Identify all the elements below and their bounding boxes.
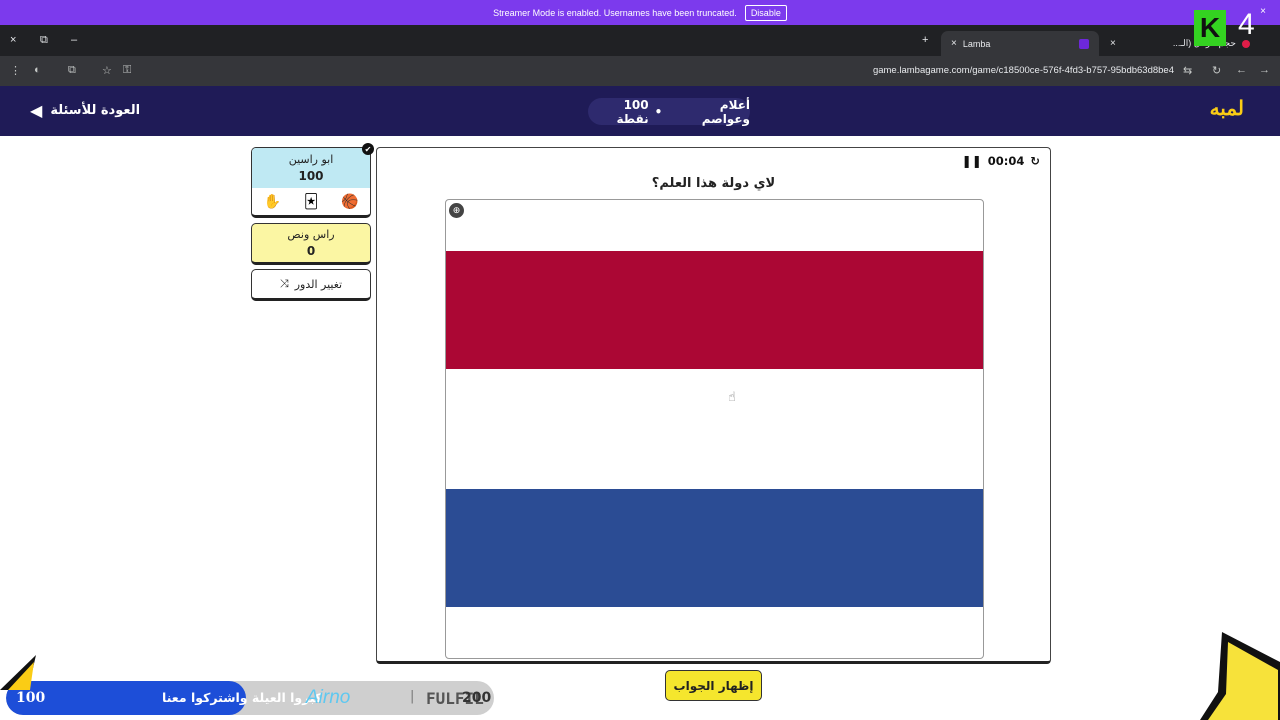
team-header: راس ونص 0 <box>252 228 370 258</box>
back-label: العودة للأسئلة <box>50 103 141 118</box>
browser-tab-strip: × ⧉ – + × Lamba × حجم الزعل (الـ... <box>0 25 1280 56</box>
disable-streamer-mode-button[interactable]: Disable <box>744 4 787 21</box>
extension-icon[interactable]: ◐ <box>34 64 41 76</box>
timer-value: 00:04 <box>987 154 1025 168</box>
hand-cursor-icon: ☝ <box>728 390 736 405</box>
ticker-number: 100 <box>16 690 46 706</box>
bullet: • <box>654 104 663 119</box>
stream-ticker: 100 كبروا العيلة واشتركوا معنا Airno | F… <box>6 681 494 715</box>
menu-dots-icon[interactable]: ⋮ <box>10 64 21 77</box>
browser-address-bar: ⋮ ◐ ⧉ ☆ ⚿ game.lambagame.com/game/c18500… <box>0 56 1280 86</box>
team-name: ابو راسين <box>288 153 334 166</box>
change-turn-button[interactable]: تغيير الدور ⤨ <box>251 269 371 301</box>
app-header: ◀ العودة للأسئلة أعلام وعواصم • 100 نقطة… <box>0 86 1280 136</box>
shuffle-icon: ⤨ <box>279 277 289 290</box>
bookmark-star-icon[interactable]: ☆ <box>102 64 112 77</box>
window-minimize-icon[interactable]: – <box>71 34 77 46</box>
channel-badge: K 4 <box>1190 6 1270 46</box>
corner-decoration-left <box>0 655 36 690</box>
channel-number: 4 <box>1238 8 1255 41</box>
team-score: 100 <box>298 169 324 183</box>
ball-icon[interactable]: 🏀 <box>341 194 358 210</box>
tab-close-icon[interactable]: × <box>951 38 957 49</box>
team-card-1[interactable]: ابو راسين 100 ✋ 🃏 🏀 <box>251 147 371 218</box>
reset-timer-icon[interactable]: ↻ <box>1030 154 1040 168</box>
back-icon[interactable]: → <box>1259 64 1270 76</box>
question-board: ❚❚ 00:04 ↻ لاي دولة هذا العلم؟ ⊕ ☝ <box>376 147 1051 664</box>
reveal-answer-button[interactable]: إظهار الجواب <box>665 670 762 701</box>
channel-letter: K <box>1194 10 1226 46</box>
team-name: راس ونص <box>287 228 335 241</box>
password-key-icon[interactable]: ⚿ <box>123 64 131 77</box>
ticker-message: كبروا العيلة واشتركوا معنا <box>162 690 323 705</box>
tab-close-icon[interactable]: × <box>1110 38 1116 49</box>
window-restore-icon[interactable]: ⧉ <box>40 34 48 47</box>
sponsor-logo-1: Airno <box>306 687 351 708</box>
points-value: 100 نقطة <box>616 97 649 126</box>
lamba-logo[interactable]: لمبه <box>1210 96 1244 120</box>
corner-decoration-right <box>1200 632 1280 720</box>
share-icon[interactable]: ⧉ <box>68 64 76 77</box>
timer: ❚❚ 00:04 ↻ <box>962 154 1040 168</box>
reload-icon[interactable]: ↻ <box>1212 64 1221 77</box>
cards-icon[interactable]: 🃏 <box>304 194 318 210</box>
change-turn-label: تغيير الدور <box>294 277 343 291</box>
window-close-icon[interactable]: × <box>10 34 16 46</box>
url-field[interactable]: game.lambagame.com/game/c18500ce-576f-4f… <box>873 65 1174 76</box>
arrow-left-icon: ◀ <box>30 101 43 120</box>
new-tab-icon[interactable]: + <box>922 34 928 46</box>
pause-icon[interactable]: ❚❚ <box>962 154 982 168</box>
lamba-favicon-icon <box>1079 38 1089 49</box>
flag-stripe-white <box>446 369 983 489</box>
back-to-questions-button[interactable]: ◀ العودة للأسئلة <box>30 101 140 120</box>
flag-image[interactable]: ⊕ ☝ <box>445 199 984 659</box>
category-name: أعلام وعواصم <box>701 97 750 126</box>
flag-stripe-red <box>446 251 983 369</box>
hand-icon[interactable]: ✋ <box>263 194 280 210</box>
sponsor-value: 200 <box>462 690 492 706</box>
expand-icon[interactable]: ⊕ <box>449 203 464 218</box>
tab-lamba[interactable]: × Lamba <box>941 31 1099 56</box>
team-header: ابو راسين 100 <box>252 148 370 188</box>
tab-title: Lamba <box>962 38 991 49</box>
question-text: لاي دولة هذا العلم؟ <box>651 176 776 191</box>
ticker-separator: | <box>410 689 415 704</box>
team-tools: ✋ 🃏 🏀 <box>252 188 370 215</box>
site-settings-icon[interactable]: ⇆ <box>1183 64 1192 77</box>
banner-message: Streamer Mode is enabled. Usernames have… <box>493 7 737 18</box>
streamer-mode-banner: Streamer Mode is enabled. Usernames have… <box>0 0 1280 25</box>
flag-stripe-blue <box>446 489 983 607</box>
team-card-2[interactable]: راس ونص 0 <box>251 223 371 265</box>
category-pill: أعلام وعواصم • 100 نقطة <box>588 97 750 126</box>
active-team-check-icon: ✔ <box>362 143 374 155</box>
team-score: 0 <box>306 244 316 258</box>
forward-icon[interactable]: ← <box>1236 64 1247 76</box>
